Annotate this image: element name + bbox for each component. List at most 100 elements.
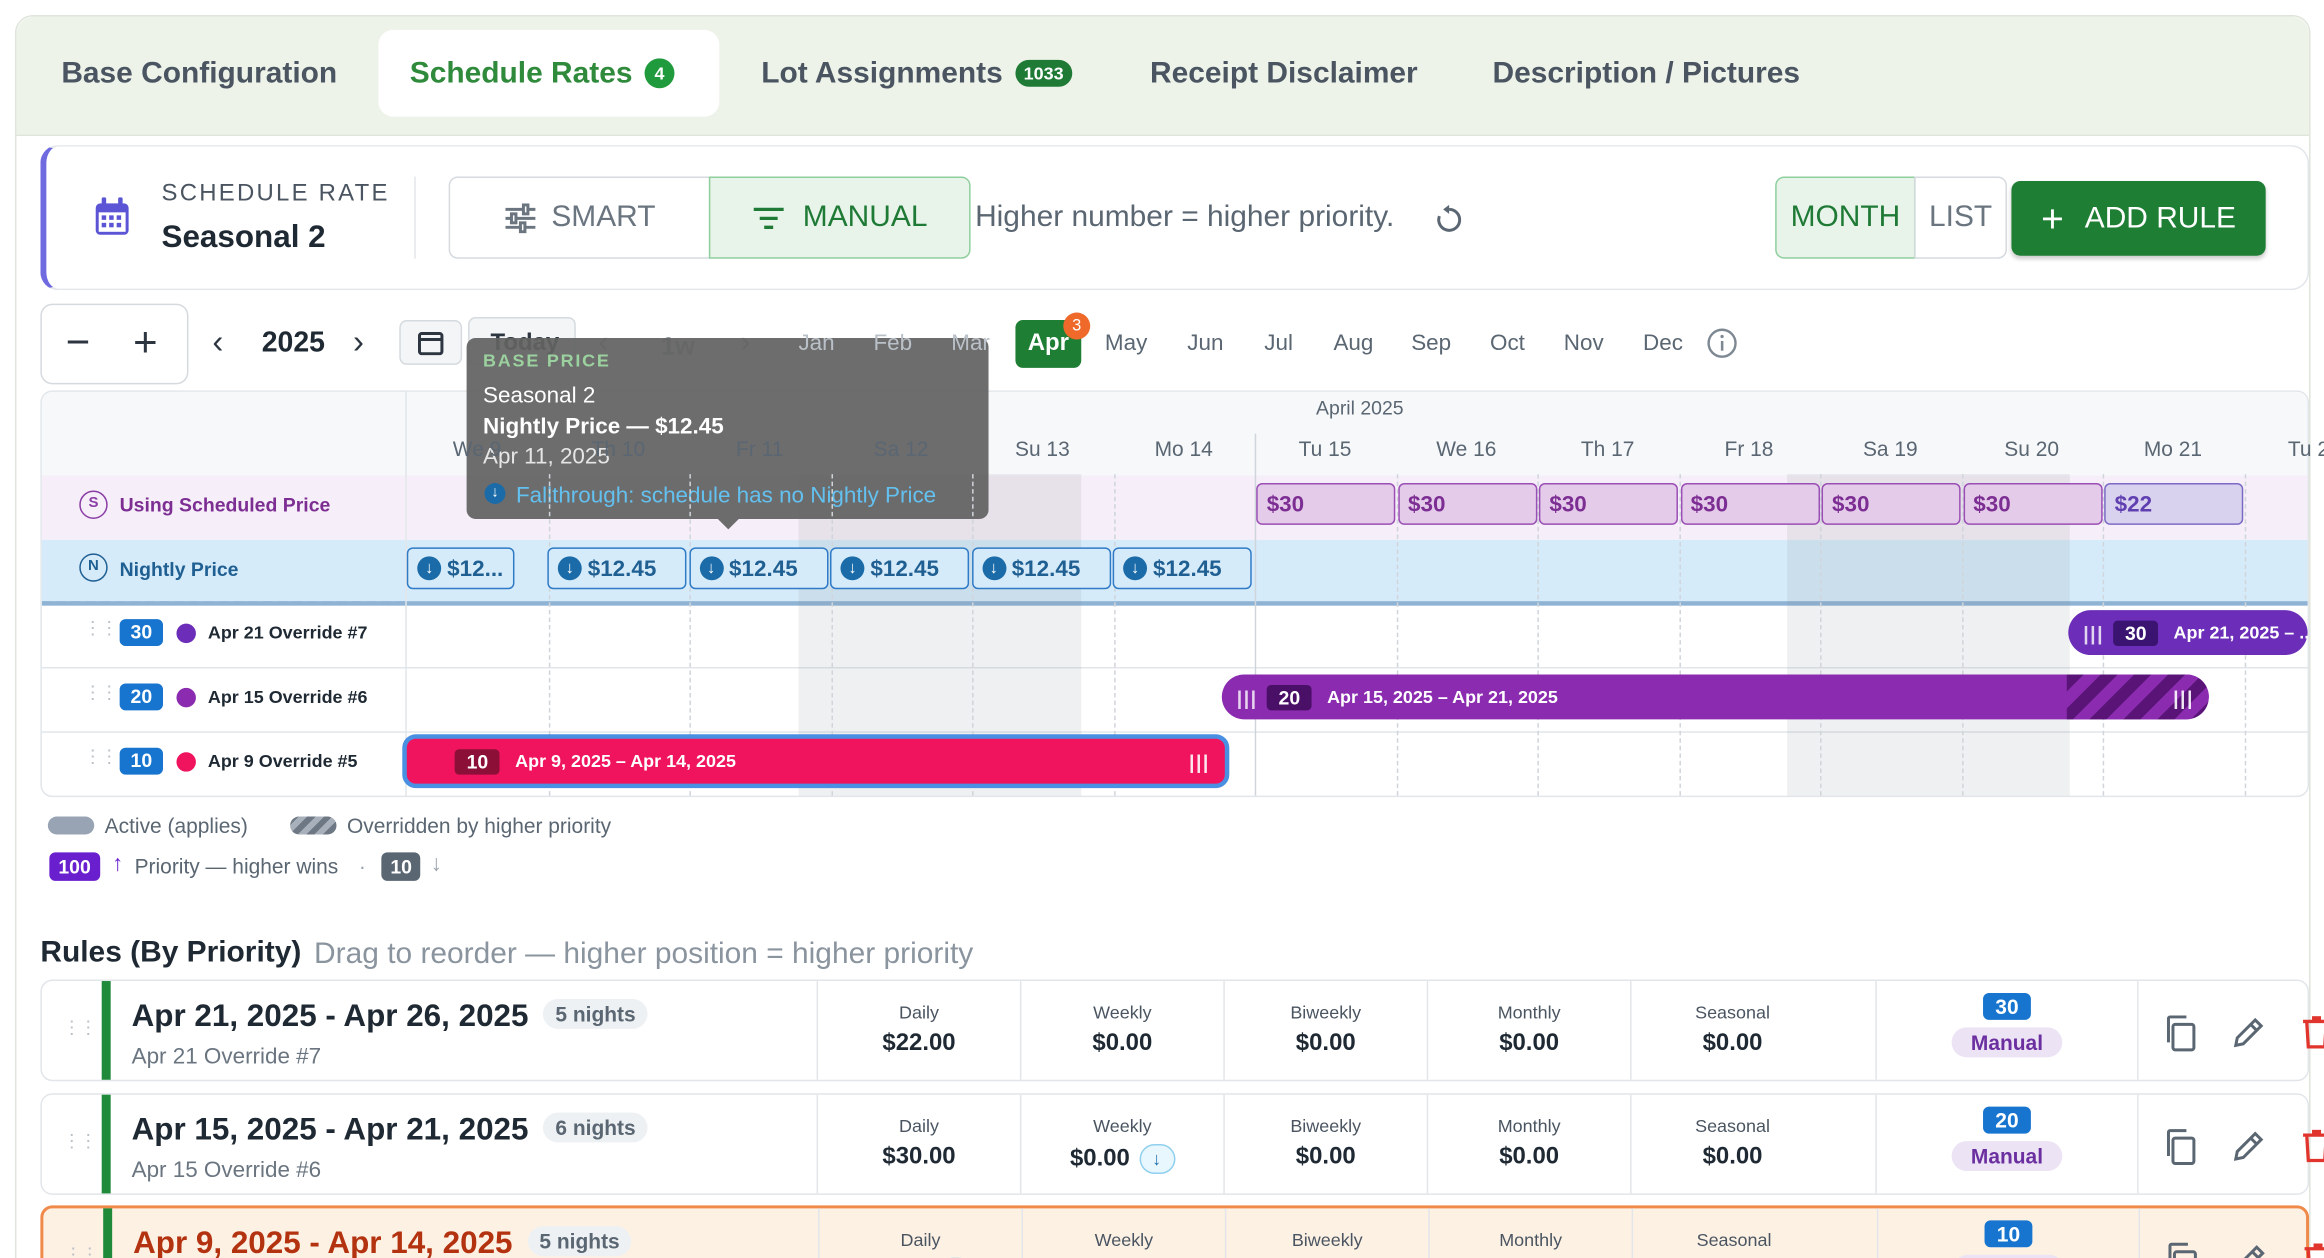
nightly-price-chip[interactable]: ↓ $12.45 [830,547,970,590]
month-jan[interactable]: Jan [787,331,847,356]
tab-base-configuration[interactable]: Base Configuration [61,30,337,117]
rate-value: $0.00 [1632,1030,1834,1057]
drag-handle-icon[interactable]: ⋮⋮ [84,619,118,637]
rule-subtitle: Apr 15 Override #6 [131,1157,322,1183]
copy-icon[interactable] [2162,1128,2198,1174]
manual-mode-button[interactable]: MANUAL [708,176,971,259]
rule-timeline-bar[interactable]: ||| 20 Apr 15, 2025 – Apr 21, 2025 ||| [1221,674,2209,720]
rule-color-dot [176,623,196,644]
nightly-price-chip[interactable]: ↓ $12.45 [971,547,1111,590]
fallthrough-icon: ↓ [484,483,506,504]
divider [414,176,416,259]
priority-cell: 30 Manual [1875,981,2139,1080]
delete-icon[interactable] [2302,1241,2324,1258]
copy-icon[interactable] [2164,1241,2200,1258]
scheduled-price-chip[interactable]: $30 [1538,483,1678,525]
rule-card[interactable]: ⋮⋮ Apr 21, 2025 - Apr 26, 2025 5 nights Apr… [40,979,2324,1082]
month-nov[interactable]: Nov [1554,331,1614,356]
rule-timeline-bar[interactable]: ||| 30 Apr 21, 2025 – ... [2068,610,2308,656]
tab-receipt-disclaimer[interactable]: Receipt Disclaimer [1150,30,1418,117]
month-feb[interactable]: Feb [863,331,923,356]
rule-timeline-bar[interactable]: 10 Apr 9, 2025 – Apr 14, 2025 ||| [406,738,1225,784]
zoom-in-icon[interactable]: + [133,319,157,365]
tab-lot-assignments[interactable]: Lot Assignments 1033 [761,30,1073,117]
fallthrough-arrow-icon: ↓ [1138,1144,1175,1174]
fallthrough-arrow-icon: ↓ [699,556,724,581]
drag-handle-icon[interactable]: ⋮⋮ [63,1018,97,1036]
delete-icon[interactable] [2300,1128,2324,1174]
prev-year-icon[interactable]: ‹ [212,323,223,362]
nightly-price-chip[interactable]: ↓ $12.45 [1112,547,1252,590]
priority-badge: 10 [1984,1220,2033,1248]
rate-cell-daily: Daily$0.00↓ [818,1208,1021,1258]
day-header: Mo 21 [2143,436,2203,461]
month-jul[interactable]: Jul [1249,331,1309,356]
chip-value: $12.45 [1011,555,1081,582]
info-icon[interactable] [1706,328,1737,367]
tab-schedule-rates[interactable]: Schedule Rates 4 [378,29,720,117]
rule-title: Apr 15, 2025 - Apr 21, 2025 6 nights [132,1112,648,1149]
day-gridline [1678,474,1681,796]
drag-handle-icon[interactable]: ⋮⋮ [84,683,118,701]
tab-label: Description / Pictures [1492,56,1801,89]
list-view-button[interactable]: LIST [1914,176,2007,259]
reset-icon[interactable] [1433,203,1466,243]
rule-color-dot [176,687,196,708]
month-oct[interactable]: Oct [1478,331,1538,356]
day-header: Su 13 [1015,436,1070,461]
zoom-out-icon[interactable]: − [66,319,90,365]
add-rule-button[interactable]: + ADD RULE [2011,180,2266,256]
drag-handle-icon[interactable]: ⋮⋮ [64,1246,98,1258]
next-year-icon[interactable]: › [353,323,364,362]
calendar-icon [93,196,132,245]
scheduled-price-chip[interactable]: $30 [1256,483,1396,525]
rate-cell-seasonal: Seasonal $0.00 [1630,1094,1833,1194]
resize-handle-icon[interactable]: ||| [2083,621,2104,643]
month-dec[interactable]: Dec [1633,331,1693,356]
resize-handle-icon[interactable]: ||| [2173,686,2194,708]
rate-value: $22.00 [818,1030,1020,1057]
tab-description-pictures[interactable]: Description / Pictures [1493,30,1801,117]
fallthrough-arrow-icon: ↓ [981,556,1006,581]
edit-icon[interactable] [2231,1014,2267,1060]
nightly-price-chip[interactable]: ↓ $12... [406,547,515,590]
tab-label: Receipt Disclaimer [1150,56,1418,89]
month-sep[interactable]: Sep [1401,331,1461,356]
resize-handle-icon[interactable]: ||| [1189,750,1210,772]
rules-subtitle: Drag to reorder — higher position = high… [314,937,974,971]
date-picker-button[interactable] [399,320,463,365]
edit-icon[interactable] [2233,1241,2269,1258]
rule-card[interactable]: ⋮⋮ Apr 15, 2025 - Apr 21, 2025 6 nights Apr… [40,1093,2324,1195]
resize-handle-icon[interactable]: ||| [1237,686,1258,708]
rate-label: Biweekly [1290,1115,1362,1137]
bar-date-range: Apr 21, 2025 – ... [2173,622,2308,644]
delete-icon[interactable] [2300,1014,2324,1060]
scheduled-price-chip[interactable]: $22 [2104,483,2244,525]
rate-value: $0.00 [1428,1030,1630,1057]
smart-mode-button[interactable]: SMART [448,176,711,259]
month-view-button[interactable]: MONTH [1775,176,1916,259]
bar-date-range: Apr 9, 2025 – Apr 14, 2025 [515,750,736,772]
rule-subtitle: Apr 21 Override #7 [131,1043,322,1070]
month-jun[interactable]: Jun [1175,331,1235,356]
nightly-price-chip[interactable]: ↓ $12.45 [547,547,687,590]
rate-amount: $22.00 [882,1030,956,1056]
rate-value: $0.00 [1021,1030,1223,1057]
scheduled-price-chip[interactable]: $30 [1397,483,1537,525]
scheduled-price-chip[interactable]: $30 [1680,483,1820,525]
day-header: Mo 14 [1154,436,1213,461]
rate-value: $0.00 ↓ [1021,1144,1223,1174]
nightly-price-chip[interactable]: ↓ $12.45 [688,547,828,590]
edit-icon[interactable] [2231,1128,2267,1174]
rule-card[interactable]: ⋮⋮ Apr 9, 2025 - Apr 14, 2025 5 nights Dail… [40,1205,2324,1258]
month-may[interactable]: May [1096,331,1156,356]
scheduled-price-chip[interactable]: $30 [1821,483,1961,525]
month-mar[interactable]: Mar [941,331,1001,356]
drag-handle-icon[interactable]: ⋮⋮ [84,748,118,766]
rate-amount: $0.00 [1295,1144,1356,1170]
month-aug[interactable]: Aug [1324,331,1384,356]
drag-handle-icon[interactable]: ⋮⋮ [63,1132,97,1150]
scheduled-price-chip[interactable]: $30 [1962,483,2102,525]
copy-icon[interactable] [2162,1014,2198,1060]
legend-overridden-label: Overridden by higher priority [346,813,612,838]
